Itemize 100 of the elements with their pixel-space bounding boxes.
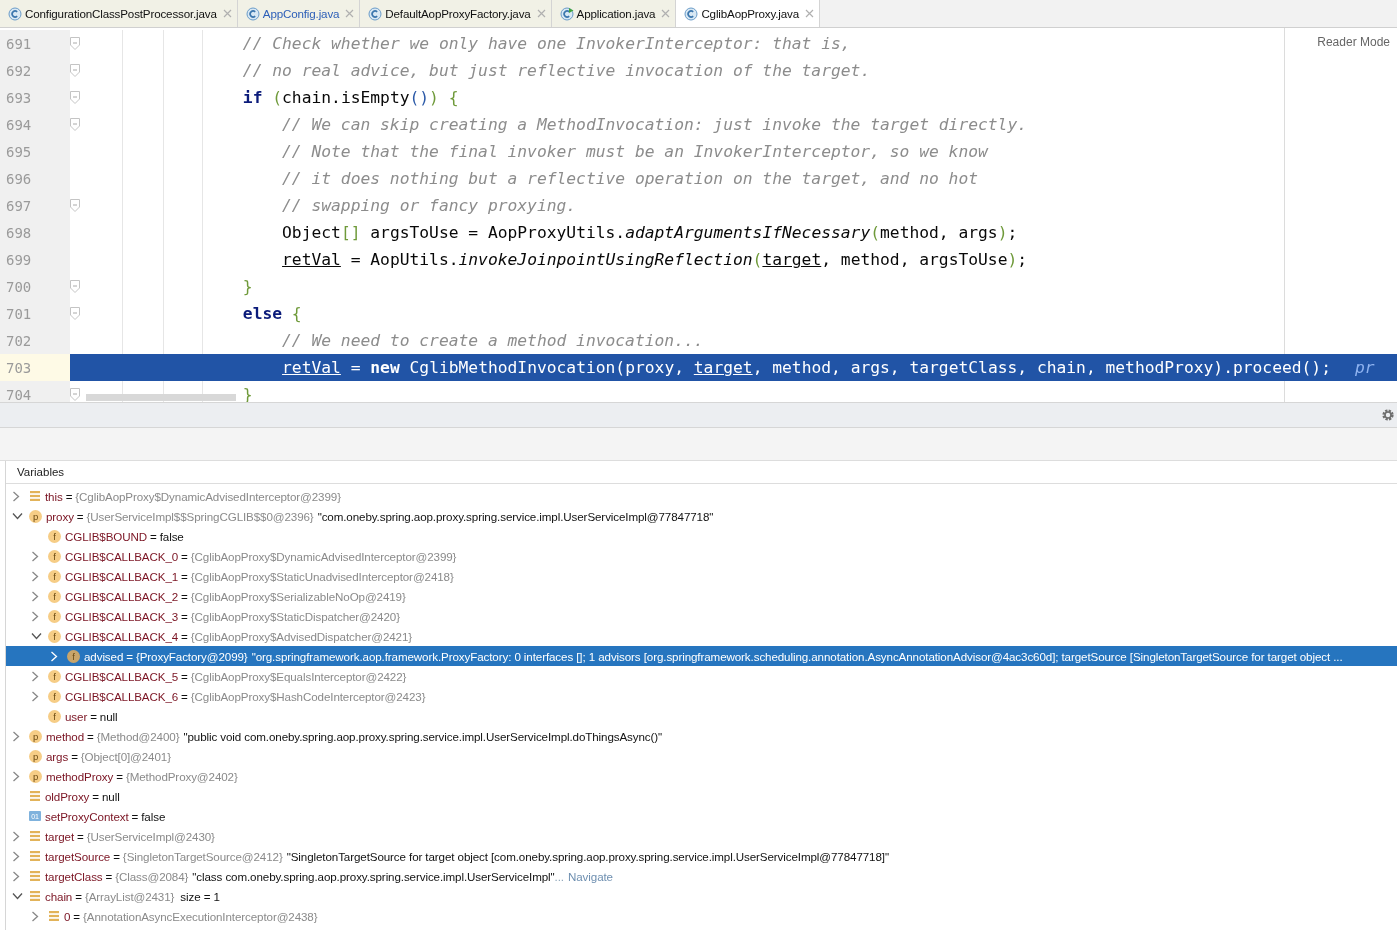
code-line: // no real advice, but just reflective invocation of the target.	[242, 61, 871, 80]
chevron-down-icon[interactable]	[12, 892, 23, 900]
variable-name: CGLIB$CALLBACK_6	[65, 689, 179, 703]
variable-icon	[29, 870, 41, 882]
close-icon[interactable]	[536, 9, 546, 18]
fold-marker-icon[interactable]	[70, 307, 80, 320]
object-type: {UserServiceImpl$$SpringCGLIB$$0@2396}	[86, 509, 314, 523]
variable-value: false	[141, 809, 166, 823]
line-number: 700	[6, 278, 32, 295]
field-icon: f	[48, 669, 61, 683]
code-line: }	[242, 277, 253, 296]
chevron-right-icon[interactable]	[12, 850, 20, 862]
chevron-right-icon[interactable]	[12, 830, 20, 842]
editor-tab[interactable]: Application.java	[551, 0, 677, 27]
variable-icon	[29, 830, 41, 842]
panel-title: Variables	[17, 466, 65, 478]
fold-marker-icon[interactable]	[70, 91, 80, 104]
chevron-right-icon[interactable]	[12, 730, 20, 742]
variable-name: CGLIB$CALLBACK_1	[65, 569, 179, 583]
close-icon[interactable]	[345, 9, 355, 18]
code-line: // Check whether we only have one InvokerInterceptor: that is,	[242, 34, 851, 53]
navigate-link[interactable]: Navigate	[568, 869, 613, 883]
code-line: // We need to create a method invocation...	[282, 331, 704, 350]
fold-marker-icon[interactable]	[70, 118, 80, 131]
code-line: // We can skip creating a MethodInvocation: just invoke the target directly.	[282, 115, 1027, 134]
chevron-right-icon[interactable]	[31, 550, 39, 562]
object-type: {UserServiceImpl@2430}	[86, 829, 215, 843]
chevron-down-icon[interactable]	[12, 512, 23, 520]
object-type: {MethodProxy@2402}	[125, 769, 238, 783]
close-icon[interactable]	[805, 9, 814, 18]
chevron-right-icon[interactable]	[12, 770, 20, 782]
variable-name: chain	[45, 889, 73, 903]
line-number: 691	[6, 35, 32, 52]
assignment-operator: =	[126, 649, 133, 663]
variable-value: null	[102, 789, 120, 803]
line-number: 697	[6, 197, 32, 214]
variable-icon	[48, 910, 60, 922]
variable-value: "org.springframework.aop.framework.ProxyFactory: 0 interfaces []; 1 advisors [org.springframework.scheduling.annotation.AsyncAnnotationAdvisor@4ac3c60d]; targetSource [SingletonTargetSource for target object ...	[251, 649, 1343, 663]
parameter-icon: p	[29, 509, 42, 523]
assignment-operator: =	[75, 889, 82, 903]
object-type: {CglibAopProxy$HashCodeInterceptor@2423}	[190, 689, 426, 703]
fold-marker-icon[interactable]	[70, 388, 80, 401]
variable-icon	[29, 790, 41, 802]
object-type: {Method@2400}	[96, 729, 180, 743]
variable-icon	[29, 890, 41, 902]
assignment-operator: =	[87, 729, 94, 743]
chevron-right-icon[interactable]	[12, 870, 20, 882]
field-icon: f	[48, 569, 61, 583]
class-file-icon	[368, 6, 383, 21]
object-type: {CglibAopProxy$SerializableNoOp@2419}	[190, 589, 406, 603]
variable-value: "com.oneby.spring.aop.proxy.spring.service.impl.UserServiceImpl@77847718"	[317, 509, 714, 523]
chevron-right-icon[interactable]	[31, 610, 39, 622]
class-file-icon	[684, 6, 699, 21]
variable-value: "class com.oneby.spring.aop.proxy.spring.service.impl.UserServiceImpl"	[192, 869, 555, 883]
chevron-right-icon[interactable]	[31, 910, 39, 922]
chevron-right-icon[interactable]	[31, 590, 39, 602]
inlay-hint: pr	[1354, 358, 1375, 377]
chevron-down-icon[interactable]	[31, 632, 42, 640]
assignment-operator: =	[116, 769, 123, 783]
close-icon[interactable]	[661, 9, 671, 18]
assignment-operator: =	[76, 509, 84, 523]
close-icon[interactable]	[222, 9, 232, 18]
variable-name: this	[45, 489, 63, 503]
editor-tab[interactable]: ConfigurationClassPostProcessor.java	[0, 0, 238, 27]
assignment-operator: =	[150, 529, 157, 543]
variable-name: CGLIB$BOUND	[65, 529, 147, 543]
horizontal-scrollbar[interactable]	[86, 394, 236, 401]
variable-name: methodProxy	[46, 769, 114, 783]
reader-mode-link[interactable]: Reader Mode	[1317, 35, 1390, 49]
object-type: {Object[0]@2401}	[80, 749, 171, 763]
chevron-right-icon[interactable]	[31, 570, 39, 582]
editor-tab[interactable]: CglibAopProxy.java	[676, 0, 820, 27]
field-icon: f	[48, 589, 61, 603]
line-number: 702	[6, 332, 32, 349]
object-type: {ArrayList@2431}	[84, 889, 175, 903]
chevron-right-icon[interactable]	[12, 490, 20, 502]
settings-icon[interactable]	[1381, 408, 1395, 422]
editor-tab[interactable]: AppConfig.java	[237, 0, 361, 27]
fold-marker-icon[interactable]	[70, 37, 80, 50]
object-type: {Class@2084}	[115, 869, 189, 883]
class-file-icon	[245, 6, 260, 21]
variable-name: targetSource	[45, 849, 111, 863]
parameter-icon: p	[29, 769, 42, 783]
editor-tab[interactable]: DefaultAopProxyFactory.java	[360, 0, 552, 27]
assignment-operator: =	[77, 829, 84, 843]
fold-marker-icon[interactable]	[70, 199, 80, 212]
selected-row-highlight[interactable]	[6, 646, 1397, 666]
chevron-right-icon[interactable]	[31, 670, 39, 682]
code-line: }	[242, 385, 253, 402]
assignment-operator: =	[181, 689, 188, 703]
variable-name: user	[65, 709, 88, 723]
chevron-right-icon[interactable]	[31, 690, 39, 702]
line-number: 696	[6, 170, 32, 187]
line-number: 692	[6, 62, 32, 79]
assignment-operator: =	[181, 569, 188, 583]
fold-marker-icon[interactable]	[70, 64, 80, 77]
field-icon: f	[48, 529, 61, 543]
field-icon: f	[48, 689, 61, 703]
fold-marker-icon[interactable]	[70, 280, 80, 293]
object-type: {CglibAopProxy$DynamicAdvisedInterceptor@2399}	[190, 549, 457, 563]
